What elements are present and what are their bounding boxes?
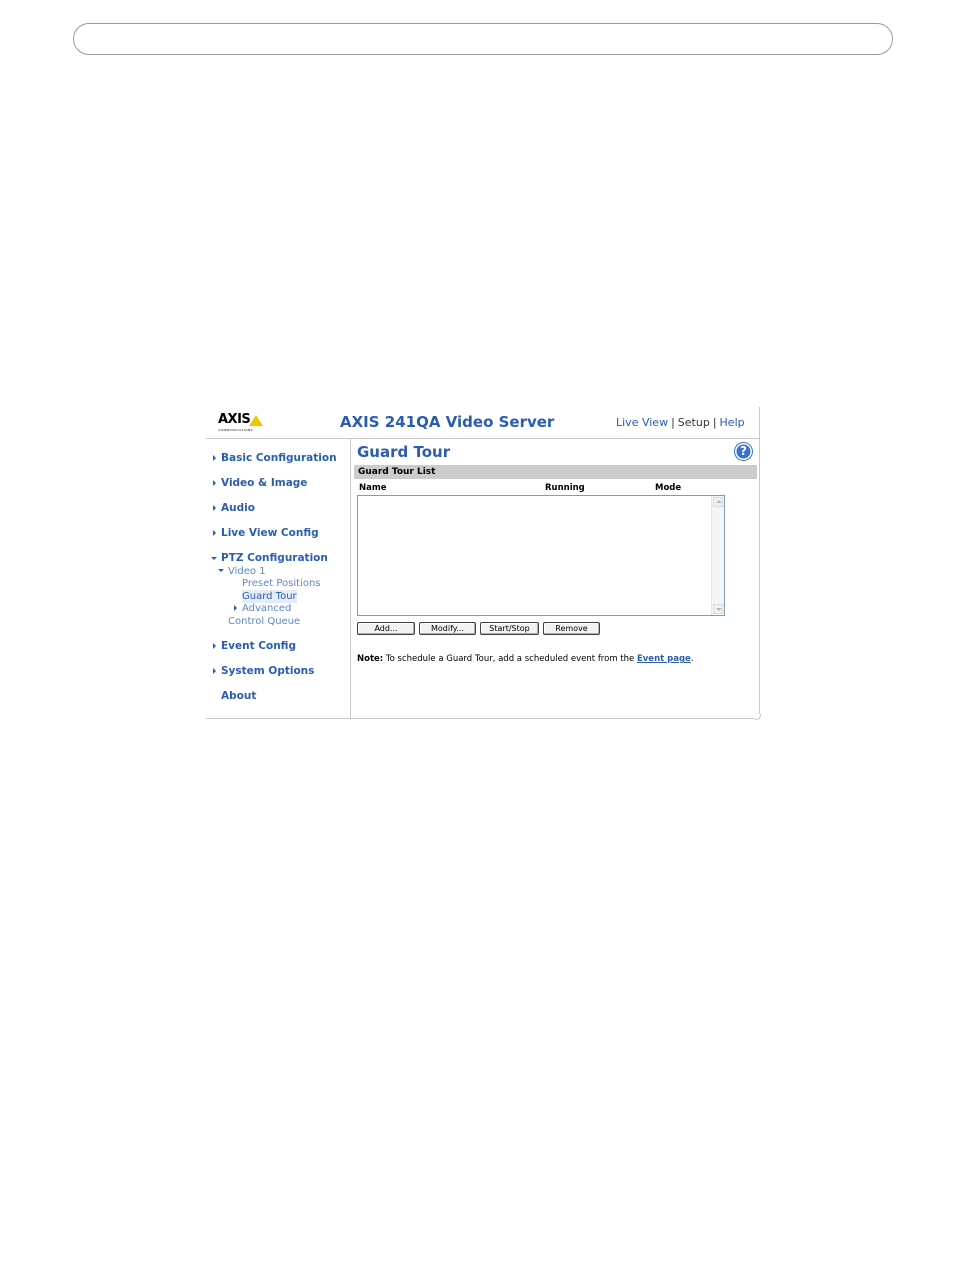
sidebar-item-basic-configuration[interactable]: Basic Configuration: [221, 452, 337, 465]
nav-separator: |: [712, 416, 717, 429]
sidebar-item-live-view-config[interactable]: Live View Config: [221, 527, 319, 540]
chevron-right-icon: [213, 455, 216, 461]
guard-tour-list[interactable]: [357, 495, 725, 616]
chevron-right-icon: [234, 605, 237, 611]
chevron-right-icon: [213, 643, 216, 649]
nav-separator: |: [671, 416, 675, 429]
note-text: Note: To schedule a Guard Tour, add a sc…: [357, 654, 694, 665]
scroll-down-icon[interactable]: [713, 604, 723, 614]
sidebar-subitem-control-queue[interactable]: Control Queue: [228, 615, 300, 628]
list-scrollbar[interactable]: [711, 496, 724, 615]
axis-logo: AXIS COMMUNICATIONS: [218, 413, 268, 433]
chevron-down-icon: [218, 569, 224, 572]
note-end: .: [690, 654, 694, 664]
start-stop-button[interactable]: Start/Stop: [480, 622, 539, 635]
column-header-mode: Mode: [655, 483, 682, 493]
chevron-right-icon: [213, 505, 216, 511]
sidebar-divider: [350, 439, 351, 718]
chevron-down-icon: [211, 557, 217, 560]
event-page-link[interactable]: Event page: [637, 654, 691, 664]
modify-button[interactable]: Modify...: [419, 622, 476, 635]
sidebar-item-about[interactable]: About: [221, 690, 256, 703]
section-header: Guard Tour List: [354, 465, 757, 479]
product-title: AXIS 241QA Video Server: [340, 413, 555, 431]
page-title: Guard Tour: [357, 443, 451, 461]
add-button[interactable]: Add...: [357, 622, 415, 635]
logo-subtext: COMMUNICATIONS: [218, 428, 254, 432]
setup-link[interactable]: Setup: [678, 416, 710, 429]
top-navigation: Live View | Setup | Help: [616, 416, 745, 430]
logo-text: AXIS: [218, 412, 251, 427]
column-header-name: Name: [359, 483, 387, 493]
panel-corner: [755, 714, 761, 720]
sidebar-item-audio[interactable]: Audio: [221, 502, 255, 515]
note-label: Note:: [357, 654, 384, 664]
document-header-bar: [73, 23, 893, 55]
sidebar-item-ptz-configuration[interactable]: PTZ Configuration: [221, 552, 328, 565]
chevron-right-icon: [213, 668, 216, 674]
panel-border-right: [759, 407, 760, 718]
chevron-right-icon: [213, 530, 216, 536]
help-icon[interactable]: ?: [735, 443, 752, 460]
note-body: To schedule a Guard Tour, add a schedule…: [383, 654, 637, 664]
section-title: Guard Tour List: [358, 467, 436, 477]
remove-button[interactable]: Remove: [543, 622, 600, 635]
sidebar-item-video-image[interactable]: Video & Image: [221, 477, 307, 490]
sidebar-item-event-config[interactable]: Event Config: [221, 640, 296, 653]
sidebar-subitem-preset-positions[interactable]: Preset Positions: [242, 577, 321, 590]
chevron-right-icon: [213, 480, 216, 486]
logo-triangle-icon: [249, 415, 263, 426]
sidebar-item-system-options[interactable]: System Options: [221, 665, 314, 678]
help-link[interactable]: Help: [720, 416, 745, 429]
panel-border-bottom: [206, 718, 760, 719]
sidebar-subitem-advanced[interactable]: Advanced: [242, 602, 291, 615]
scroll-up-icon[interactable]: [713, 497, 723, 507]
live-view-link[interactable]: Live View: [616, 416, 668, 429]
column-header-running: Running: [545, 483, 585, 493]
header-divider: [206, 438, 760, 439]
